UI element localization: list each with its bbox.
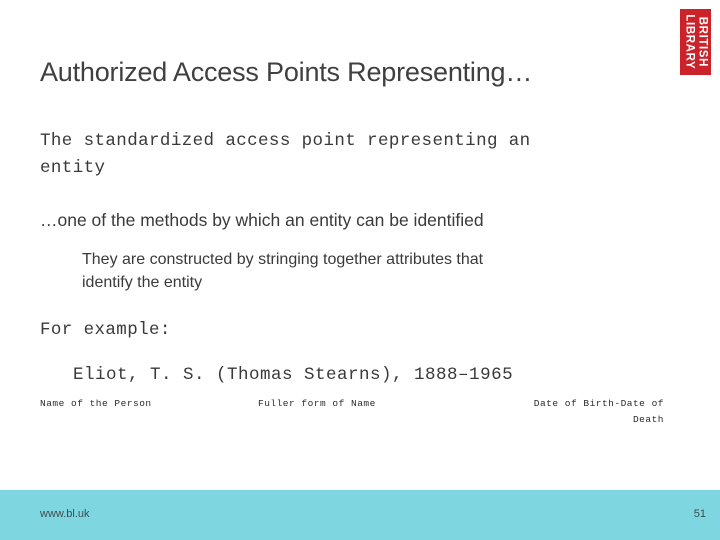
bullet-one-of-the-methods: …one of the methods by which an entity c… — [40, 210, 484, 230]
annotation-name-of-person: Name of the Person — [40, 398, 152, 409]
definition-line-2: entity — [40, 158, 106, 178]
example-access-point: Eliot, T. S. (Thomas Stearns), 1888–1965 — [73, 365, 514, 385]
logo-line-british: BRITISH — [696, 16, 709, 68]
annotation-dates: Date of Birth-Date of Death — [533, 398, 664, 425]
footer-page-number: 51 — [693, 508, 706, 520]
subbullet-constructed-line-1: They are constructed by stringing togeth… — [82, 251, 484, 268]
annotation-row: Name of the Person Fuller form of Name D… — [40, 396, 680, 428]
slide-body: The standardized access point representi… — [40, 128, 680, 388]
logo-line-library: LIBRARY — [683, 14, 696, 70]
for-example-label: For example: — [40, 320, 171, 340]
annotation-fuller-form-of-name: Fuller form of Name — [258, 398, 376, 409]
footer-url[interactable]: www.bl.uk — [40, 508, 90, 520]
logo-text: BRITISH LIBRARY — [683, 15, 709, 70]
definition-line-1: The standardized access point representi… — [40, 131, 531, 151]
british-library-logo: BRITISH LIBRARY — [680, 9, 711, 75]
page-title: Authorized Access Points Representing… — [40, 57, 533, 87]
slide-footer: www.bl.uk 51 — [0, 490, 720, 540]
slide: BRITISH LIBRARY Authorized Access Points… — [0, 0, 720, 540]
subbullet-constructed-line-2: identify the entity — [82, 274, 203, 291]
